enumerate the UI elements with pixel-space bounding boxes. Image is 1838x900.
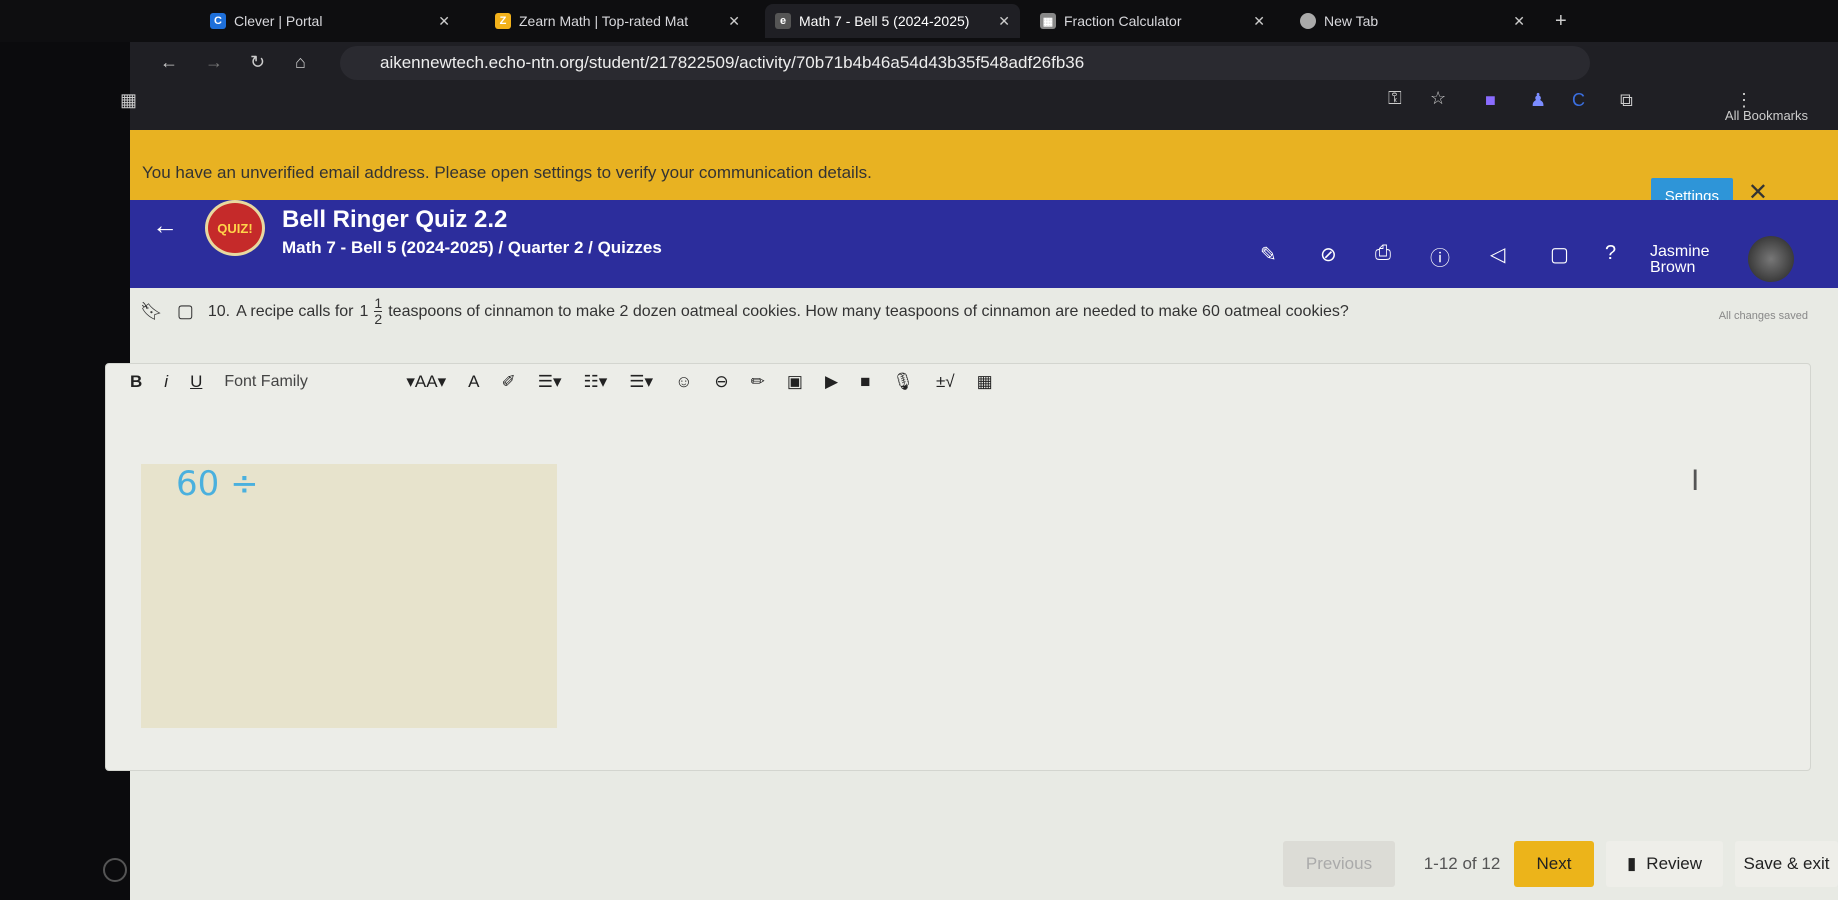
send-icon[interactable]: ◁ [1490,242,1505,267]
zearn-icon: Z [495,13,511,29]
close-tab-icon[interactable]: ✕ [438,13,450,30]
tab-title: New Tab [1324,13,1379,29]
extensions-puzzle-icon[interactable]: ⧉ [1620,90,1633,111]
link-icon[interactable]: ⊖ [714,372,728,392]
apps-grid-icon[interactable]: ▦ [120,90,137,111]
quiz-logo: QUIZ! [205,200,265,256]
math-icon[interactable]: ±√ [936,372,955,392]
avatar[interactable] [1748,236,1794,282]
extension-icon[interactable]: C [1572,90,1585,111]
tab-title: Zearn Math | Top-rated Mat [519,13,689,29]
bookmark-icon: ▮ [1626,854,1637,873]
numbered-list-icon[interactable]: ☷▾ [584,372,608,392]
tab-title: Clever | Portal [234,13,323,29]
clock-icon[interactable] [103,858,127,882]
question-text-after: teaspoons of cinnamon to make 2 dozen oa… [388,302,1349,320]
tab-zearn[interactable]: Z Zearn Math | Top-rated Mat ✕ [485,4,750,38]
close-tab-icon[interactable]: ✕ [1513,13,1525,30]
bookmark-icon[interactable]: 🔖︎ [140,301,163,322]
italic-button[interactable]: i [164,372,168,392]
text-color-icon[interactable]: A [468,372,479,392]
user-first-name: Jasmine [1650,243,1710,260]
bookmark-star-icon[interactable]: ☆ [1430,88,1446,109]
bold-button[interactable]: B [130,372,142,392]
bullet-list-icon[interactable]: ☰▾ [629,372,653,392]
help-icon[interactable]: ? [1605,242,1616,265]
question-text: 🔖︎ ▢ 10. A recipe calls for 1 12 teaspoo… [140,296,1349,327]
note-icon[interactable]: ▢ [177,301,194,322]
all-bookmarks[interactable]: All Bookmarks [1725,108,1808,124]
calculator-icon: ▦ [1040,13,1056,29]
previous-button[interactable]: Previous [1283,841,1395,887]
next-button[interactable]: Next [1514,841,1594,887]
close-tab-icon[interactable]: ✕ [998,13,1010,30]
extension-icon[interactable]: ♟ [1530,90,1546,111]
draw-icon[interactable]: ✏ [751,372,765,392]
unverified-email-banner: You have an unverified email address. Pl… [130,130,1838,215]
print-icon[interactable]: ⎙ [1375,242,1391,265]
highlight-icon[interactable]: ✐ [501,372,515,392]
review-button[interactable]: ▮ Review [1606,841,1723,887]
new-tab-button[interactable]: + [1555,10,1567,33]
forward-icon[interactable]: → [205,52,223,73]
tab-title: Math 7 - Bell 5 (2024-2025) [799,13,970,29]
drawing-text: 60 ÷ [176,464,259,504]
echo-icon: e [775,13,791,29]
notes-icon[interactable]: ▢ [1550,242,1569,267]
url-input[interactable]: aikennewtech.echo-ntn.org/student/217822… [340,46,1590,80]
banner-message: You have an unverified email address. Pl… [142,163,872,182]
tab-bar: C Clever | Portal ✕ Z Zearn Math | Top-rate… [0,0,1838,60]
page-title: Bell Ringer Quiz 2.2 [282,206,508,233]
question-text-before: A recipe calls for [236,302,354,320]
fraction: 12 [374,295,383,327]
user-name[interactable]: Jasmine Brown [1650,244,1710,276]
table-icon[interactable]: ▦ [977,372,993,392]
tab-math7[interactable]: e Math 7 - Bell 5 (2024-2025) ✕ [765,4,1020,38]
save-status: All changes saved [1718,310,1808,322]
save-exit-button[interactable]: Save & exit [1735,841,1838,887]
pen-icon[interactable]: ✎ [1260,242,1277,267]
info-icon[interactable]: ⓘ [1430,242,1450,271]
password-key-icon[interactable]: ⚿ [1388,88,1402,109]
tab-fraction-calculator[interactable]: ▦ Fraction Calculator ✕ [1030,4,1275,38]
chrome-icon [1300,13,1316,29]
block-icon[interactable]: ⊘ [1320,242,1337,267]
question-area: 🔖︎ ▢ 10. A recipe calls for 1 12 teaspoo… [103,288,1838,900]
breadcrumb: Math 7 - Bell 5 (2024-2025) / Quarter 2 … [282,238,662,257]
review-label: Review [1646,854,1703,873]
close-tab-icon[interactable]: ✕ [728,13,740,30]
text-cursor-icon: I [1691,464,1700,497]
denominator: 2 [374,311,383,327]
back-icon[interactable]: ← [160,52,178,73]
microphone-icon[interactable]: 🎙︎ [892,372,914,392]
tab-title: Fraction Calculator [1064,13,1182,29]
back-arrow-icon[interactable]: ← [152,210,178,241]
mixed-number-whole: 1 [359,302,369,320]
address-bar-row: ← → ↻ ⌂ aikennewtech.echo-ntn.org/studen… [120,42,1838,130]
underline-button[interactable]: U [190,372,202,392]
tab-clever[interactable]: C Clever | Portal ✕ [200,4,460,38]
question-number: 10. [207,302,231,320]
reload-icon[interactable]: ↻ [250,52,265,73]
answer-editor[interactable]: B i U Font Family ▾AA▾ A ✐ ☰▾ ☷▾ ☰▾ ☺ ⊖ … [105,363,1811,771]
extension-icon[interactable]: ■ [1485,90,1496,111]
align-icon[interactable]: ☰▾ [538,372,562,392]
video-icon[interactable]: ▶ [825,372,838,392]
user-last-name: Brown [1650,259,1696,276]
camera-icon[interactable]: ■ [860,372,870,392]
font-family-select[interactable]: Font Family [224,373,384,391]
clever-icon: C [210,13,226,29]
emoji-icon[interactable]: ☺ [675,372,692,392]
tab-new-tab[interactable]: New Tab ✕ [1290,4,1535,38]
image-icon[interactable]: ▣ [787,372,803,392]
editor-toolbar: B i U Font Family ▾AA▾ A ✐ ☰▾ ☷▾ ☰▾ ☺ ⊖ … [130,372,993,392]
home-icon[interactable]: ⌂ [295,52,306,73]
quiz-header: ← QUIZ! Bell Ringer Quiz 2.2 Math 7 - Be… [130,200,1838,288]
close-tab-icon[interactable]: ✕ [1253,13,1265,30]
page-count: 1-12 of 12 [1423,854,1501,873]
handwritten-drawing[interactable]: 60 ÷ [141,464,557,728]
font-size-label: AA [414,372,438,391]
numerator: 1 [374,295,383,312]
font-size-select[interactable]: ▾AA▾ [406,372,446,392]
